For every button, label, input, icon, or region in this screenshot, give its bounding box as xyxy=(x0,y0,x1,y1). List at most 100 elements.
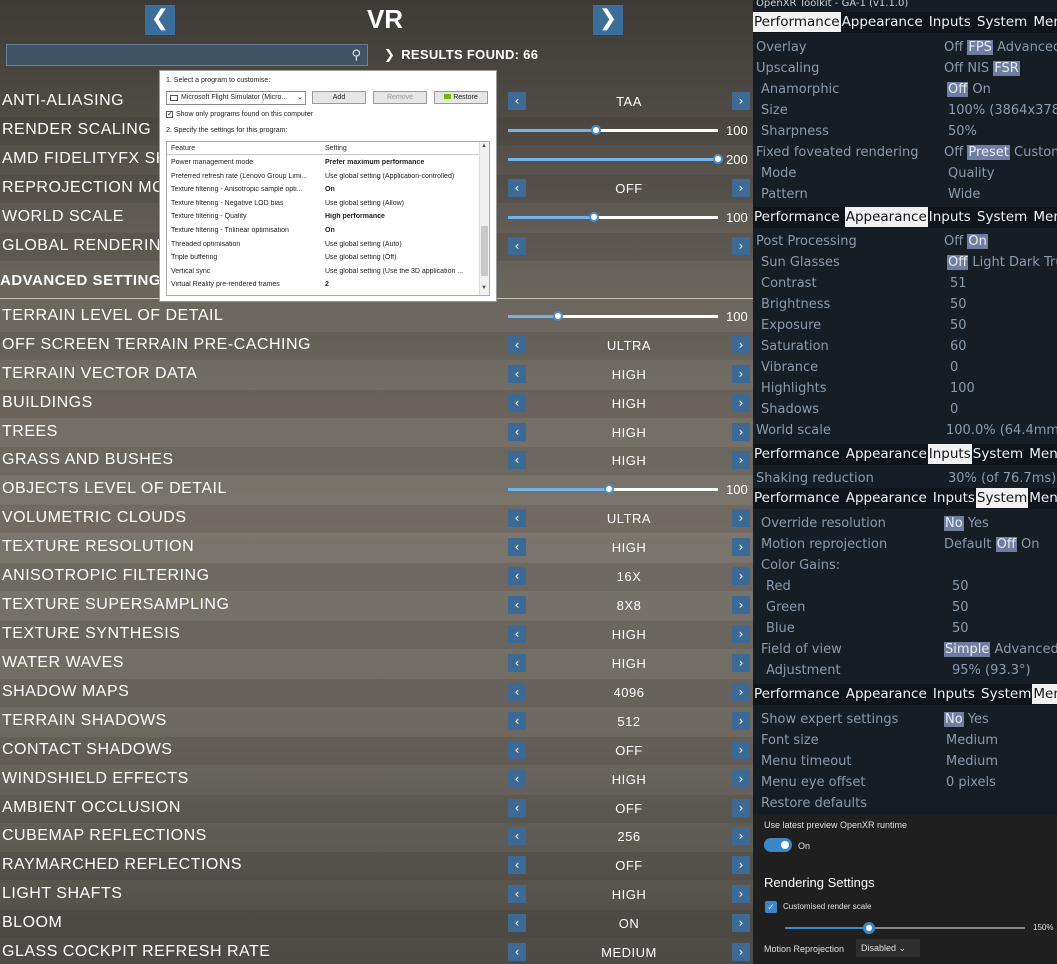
tab-appearance[interactable]: Appearance xyxy=(845,684,928,704)
ffr-custom-option[interactable]: Custom xyxy=(1014,145,1057,160)
tab-system[interactable]: System xyxy=(976,12,1028,32)
setting-cell[interactable]: 2 xyxy=(325,281,475,288)
chevron-right-icon[interactable]: › xyxy=(732,336,750,354)
setting-cell[interactable]: Use global setting (Off) xyxy=(325,254,475,261)
chevron-right-icon[interactable]: › xyxy=(732,712,750,730)
anamorphic-on-option[interactable]: On xyxy=(972,82,990,97)
ffr-off-option[interactable]: Off xyxy=(944,145,963,160)
setting-cell[interactable]: On xyxy=(325,227,475,234)
prev-page-arrow-icon[interactable]: ❮ xyxy=(145,5,175,35)
chevron-right-icon[interactable]: › xyxy=(732,827,750,845)
chevron-left-icon[interactable]: ‹ xyxy=(508,625,526,643)
chevron-right-icon[interactable]: › xyxy=(732,423,750,441)
tab-performance[interactable]: Performance xyxy=(753,207,841,227)
tab-performance[interactable]: Performance xyxy=(753,684,841,704)
chevron-right-icon[interactable]: › xyxy=(732,567,750,585)
setting-row[interactable]: VOLUMETRIC CLOUDS ‹ ULTRA › xyxy=(0,505,753,533)
add-button[interactable]: Add xyxy=(312,91,366,104)
setting-cell[interactable]: Prefer maximum performance xyxy=(325,159,475,166)
setting-cell[interactable]: Use global setting (Allow) xyxy=(325,200,475,207)
chevron-right-icon[interactable]: › xyxy=(732,451,750,469)
setting-slider[interactable] xyxy=(508,212,718,222)
setting-row[interactable]: TREES ‹ HIGH › xyxy=(0,419,753,447)
tab-system[interactable]: System xyxy=(975,488,1029,508)
tab-system[interactable]: System xyxy=(972,444,1024,464)
chevron-right-icon[interactable]: › xyxy=(732,625,750,643)
chevron-right-icon[interactable]: › xyxy=(732,770,750,788)
motion-on-option[interactable]: On xyxy=(1021,537,1039,552)
tab-menu[interactable]: Menu xyxy=(1032,12,1057,32)
custom-render-scale-checkbox[interactable]: ✓ xyxy=(765,901,777,913)
expert-no-option[interactable]: No xyxy=(944,712,964,727)
tab-inputs[interactable]: Inputs xyxy=(932,684,976,704)
slider-thumb[interactable] xyxy=(591,125,602,135)
tab-performance[interactable]: Performance xyxy=(753,444,841,464)
slider-thumb[interactable] xyxy=(603,484,614,494)
setting-row[interactable]: CUBEMAP REFLECTIONS ‹ 256 › xyxy=(0,823,753,851)
table-row[interactable]: Vertical sync Use global setting (Use the… xyxy=(167,265,483,279)
setting-row[interactable]: BUILDINGS ‹ HIGH › xyxy=(0,390,753,418)
tab-menu[interactable]: Menu xyxy=(1028,488,1057,508)
setting-slider[interactable] xyxy=(508,484,718,494)
chevron-right-icon[interactable]: › xyxy=(732,509,750,527)
setting-cell[interactable]: High performance xyxy=(325,213,475,220)
setting-row[interactable]: CONTACT SHADOWS ‹ OFF › xyxy=(0,737,753,765)
chevron-right-icon[interactable]: › xyxy=(732,237,750,255)
setting-cell[interactable]: On xyxy=(325,186,475,193)
chevron-left-icon[interactable]: ‹ xyxy=(508,943,526,961)
setting-cell[interactable]: Use global setting (Auto) xyxy=(325,241,475,248)
upscaling-off-option[interactable]: Off xyxy=(944,61,963,76)
preview-runtime-toggle[interactable] xyxy=(764,838,792,852)
setting-cell[interactable]: Use global setting (Use the 3D applicati… xyxy=(325,268,475,275)
chevron-left-icon[interactable]: ‹ xyxy=(508,538,526,556)
anamorphic-off-option[interactable]: Off xyxy=(947,82,969,97)
tab-menu[interactable]: Menu xyxy=(1032,207,1057,227)
tab-system[interactable]: System xyxy=(976,207,1028,227)
search-icon[interactable]: ⚲ xyxy=(351,47,361,63)
setting-row[interactable]: TEXTURE SYNTHESIS ‹ HIGH › xyxy=(0,621,753,649)
remove-button[interactable]: Remove xyxy=(373,91,427,104)
chevron-left-icon[interactable]: ‹ xyxy=(508,451,526,469)
table-row[interactable]: Texture filtering - Quality High performa… xyxy=(167,210,483,224)
render-scale-slider[interactable] xyxy=(785,922,1025,934)
table-row[interactable]: Texture filtering - Anisotropic sample o… xyxy=(167,183,483,197)
chevron-left-icon[interactable]: ‹ xyxy=(508,336,526,354)
sun-off-option[interactable]: Off xyxy=(947,255,969,270)
setting-row[interactable]: OFF SCREEN TERRAIN PRE-CACHING ‹ ULTRA › xyxy=(0,332,753,360)
upscaling-nis-option[interactable]: NIS xyxy=(967,61,989,76)
scroll-up-icon[interactable]: ▲ xyxy=(481,143,487,149)
table-row[interactable]: Power management mode Prefer maximum perf… xyxy=(167,156,483,170)
table-row[interactable]: Virtual Reality pre-rendered frames 2 xyxy=(167,278,483,292)
scrollbar-thumb[interactable] xyxy=(481,226,488,276)
chevron-left-icon[interactable]: ‹ xyxy=(508,567,526,585)
chevron-right-icon[interactable]: › xyxy=(732,596,750,614)
tab-menu[interactable]: Menu xyxy=(1032,684,1057,704)
search-input[interactable]: ⚲ xyxy=(6,44,368,66)
table-row[interactable]: Preferred refresh rate (Lenovo Group Lim… xyxy=(167,170,483,184)
setting-row[interactable]: GRASS AND BUSHES ‹ HIGH › xyxy=(0,447,753,475)
chevron-right-icon[interactable]: › xyxy=(732,179,750,197)
chevron-left-icon[interactable]: ‹ xyxy=(508,856,526,874)
setting-cell[interactable]: Use global setting (Application-controll… xyxy=(325,173,475,180)
slider-thumb[interactable] xyxy=(589,212,600,222)
motion-default-option[interactable]: Default xyxy=(944,537,992,552)
setting-row[interactable]: BLOOM ‹ ON › xyxy=(0,910,753,938)
setting-row[interactable]: WINDSHIELD EFFECTS ‹ HIGH › xyxy=(0,766,753,794)
pp-off-option[interactable]: Off xyxy=(944,234,963,249)
tab-appearance[interactable]: Appearance xyxy=(845,488,928,508)
sun-tru-option[interactable]: Tru xyxy=(1044,255,1057,270)
setting-row[interactable]: SHADOW MAPS ‹ 4096 › xyxy=(0,679,753,707)
tab-inputs[interactable]: Inputs xyxy=(927,444,972,464)
fov-simple-option[interactable]: Simple xyxy=(944,642,991,657)
tab-inputs[interactable]: Inputs xyxy=(932,488,976,508)
table-row[interactable]: Triple buffering Use global setting (Off) xyxy=(167,251,483,265)
setting-row[interactable]: RAYMARCHED REFLECTIONS ‹ OFF › xyxy=(0,852,753,880)
tab-menu[interactable]: Menu xyxy=(1028,444,1057,464)
overlay-advanced-option[interactable]: Advanced xyxy=(997,40,1057,55)
chevron-right-icon[interactable]: › xyxy=(732,394,750,412)
chevron-left-icon[interactable]: ‹ xyxy=(508,741,526,759)
chevron-right-icon[interactable]: › xyxy=(732,856,750,874)
chevron-left-icon[interactable]: ‹ xyxy=(508,885,526,903)
upscaling-fsr-option[interactable]: FSR xyxy=(993,61,1020,76)
next-page-arrow-icon[interactable]: ❯ xyxy=(593,5,623,35)
